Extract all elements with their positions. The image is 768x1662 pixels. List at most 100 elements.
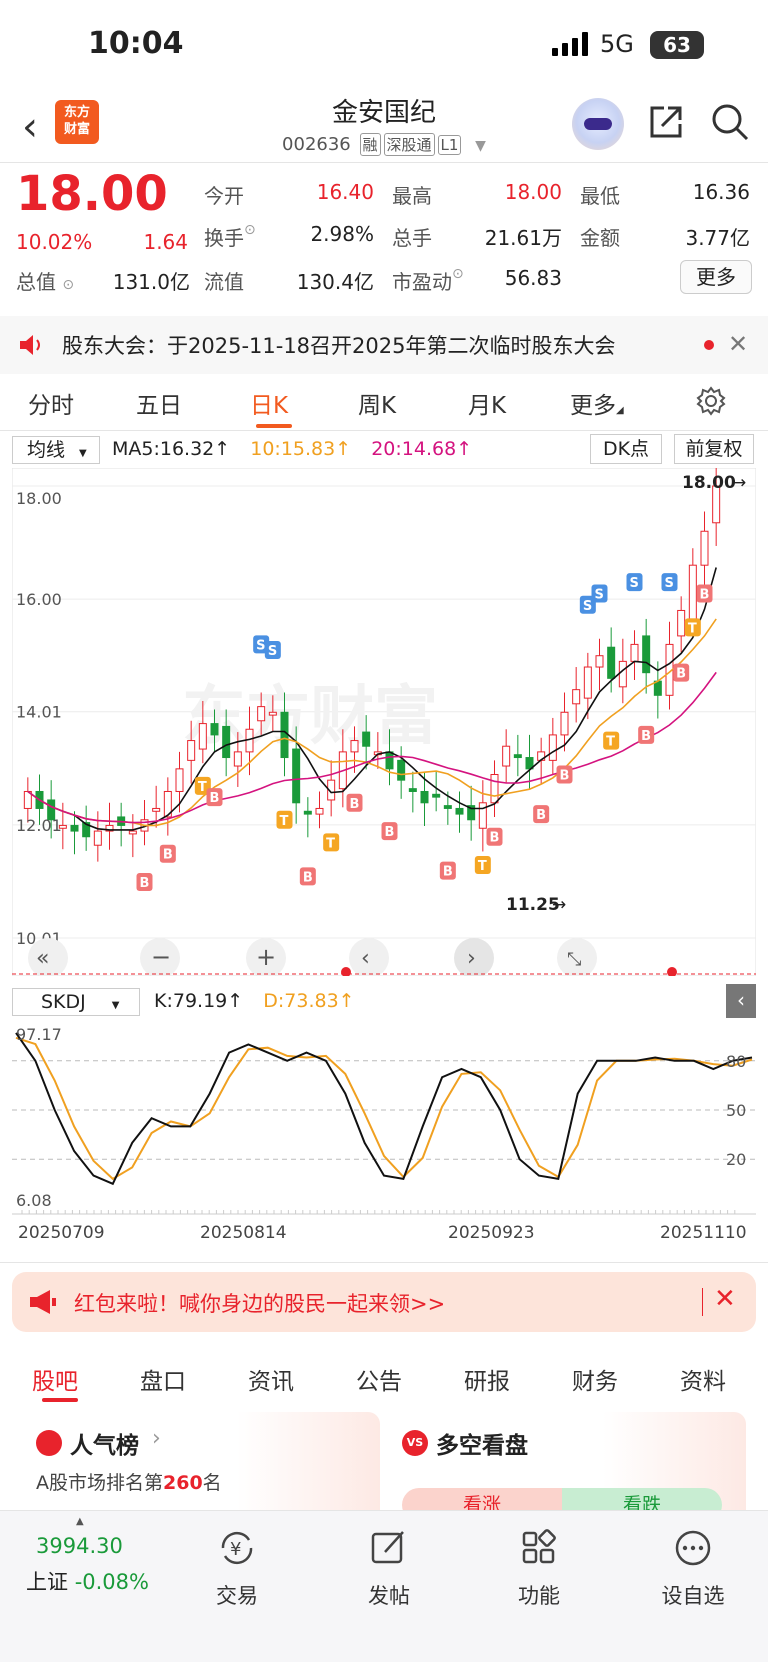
signal-letter: B	[700, 587, 710, 602]
dk-points-button[interactable]: DK点	[590, 434, 662, 464]
speaker-icon	[20, 335, 40, 355]
candle-body	[513, 754, 522, 759]
current-price: 18.00	[16, 166, 168, 222]
more-dots-icon	[675, 1530, 711, 1566]
more-button[interactable]: 更多	[680, 260, 752, 294]
active-tab-underline	[42, 1398, 78, 1402]
plus-icon: +	[256, 943, 276, 971]
candle-body	[595, 655, 604, 668]
candle-body	[222, 725, 231, 759]
float-value-label: 流值	[204, 270, 244, 294]
candle-body	[128, 830, 137, 835]
minus-icon: −	[151, 943, 171, 971]
nav-post[interactable]: 发帖	[344, 1528, 434, 1608]
candle-body	[688, 564, 697, 620]
tab-pankou[interactable]: 盘口	[140, 1362, 186, 1396]
signal-letter: T	[688, 621, 697, 636]
candle-body	[572, 689, 581, 705]
indicator-select[interactable]: 均线 ▼	[12, 436, 100, 464]
signal-letter: T	[606, 735, 615, 750]
candle-body	[420, 790, 429, 804]
high-price-label: 18.00	[682, 473, 736, 493]
pe-label[interactable]: 市盈动⊙	[392, 266, 464, 295]
tab-daily-k[interactable]: 日K	[250, 386, 288, 420]
signal-letter: B	[676, 667, 686, 682]
header-divider	[0, 162, 768, 163]
info-icon: ⊙	[452, 266, 464, 282]
notice-bar[interactable]: 股东大会：于2025-11-18召开2025年第二次临时股东大会 ✕	[0, 316, 768, 374]
turnover-label[interactable]: 换手⊙	[204, 222, 256, 251]
candle-body	[630, 643, 639, 662]
tab-announcements[interactable]: 公告	[356, 1362, 402, 1396]
nav-add-watchlist[interactable]: 设自选	[648, 1528, 738, 1608]
open-value: 16.40	[316, 180, 374, 204]
unread-dot	[704, 340, 714, 350]
info-icon: ⊙	[244, 222, 256, 238]
total-value-label-text: 总值	[16, 270, 56, 294]
tab-profile[interactable]: 资料	[680, 1362, 726, 1396]
chevron-left-icon: ‹	[361, 946, 370, 971]
volume-value: 21.61万	[484, 226, 562, 250]
kdj-select[interactable]: SKDJ ▼	[12, 988, 140, 1016]
candle-body	[350, 740, 359, 753]
tab-weekly-k[interactable]: 周K	[358, 386, 396, 420]
close-icon[interactable]: ✕	[728, 330, 748, 358]
candle-body	[502, 745, 511, 767]
search-icon[interactable]	[710, 102, 750, 142]
candle-body	[93, 830, 102, 846]
settings-gear-icon[interactable]	[696, 386, 726, 416]
high-label: 最高	[392, 184, 432, 208]
nav-add-watchlist-label: 设自选	[661, 1584, 725, 1608]
share-icon[interactable]	[648, 104, 686, 140]
nav-trade[interactable]: ¥ 交易	[192, 1528, 282, 1608]
index-summary[interactable]: 上证 -0.08%	[26, 1566, 149, 1596]
candle-body	[385, 751, 394, 770]
bull-bear-card[interactable]: VS 多空看盘 看涨 看跌	[388, 1412, 746, 1522]
megaphone-icon	[30, 1290, 56, 1314]
expand-icon: ⤡	[567, 949, 581, 970]
nav-functions[interactable]: 功能	[494, 1528, 584, 1608]
tab-five-day[interactable]: 五日	[136, 386, 182, 420]
up-arrow-icon: ↑	[227, 990, 244, 1012]
assistant-avatar[interactable]	[572, 98, 624, 150]
stock-code: 002636	[282, 134, 351, 155]
candle-body	[280, 711, 289, 759]
signal-letter: T	[326, 836, 335, 851]
tab-research[interactable]: 研报	[464, 1362, 510, 1396]
total-value-label[interactable]: 总值 ⊙	[16, 266, 74, 295]
adjust-button[interactable]: 前复权	[674, 434, 754, 464]
signal-letter: B	[385, 825, 395, 840]
info-icon: ⊙	[62, 277, 75, 293]
signal-letter: B	[560, 769, 570, 784]
up-arrow-icon: ↑	[456, 438, 473, 460]
tab-monthly-k[interactable]: 月K	[468, 386, 506, 420]
tab-more-label: 更多	[570, 393, 616, 419]
x-axis-date-label: 20250814	[200, 1223, 287, 1243]
popularity-card[interactable]: 人气榜 › A股市场排名第260名	[22, 1412, 380, 1522]
candlestick-chart[interactable]: 东方财富 BBTBSSTBTBBBTBBBSSTSBSBTBS 18.0016.…	[12, 468, 756, 976]
y-tick-label: 14.01	[16, 703, 62, 722]
signal-icon	[552, 32, 592, 56]
tab-finance[interactable]: 财务	[572, 1362, 618, 1396]
rank-suffix: 名	[202, 1472, 222, 1494]
close-icon[interactable]: ✕	[714, 1284, 736, 1314]
candle-body	[607, 646, 616, 679]
kdj-select-label: SKDJ	[41, 991, 86, 1013]
arrow-right-icon: →	[552, 895, 566, 915]
signal-letter: S	[630, 576, 639, 591]
tag-margin: 融	[359, 133, 381, 156]
tab-guba[interactable]: 股吧	[32, 1362, 78, 1396]
kdj-chart[interactable]: 80 50 20 97.17 6.08 20250709 20250814 20250923 2…	[12, 1020, 756, 1260]
k-value: K:79.19	[154, 990, 228, 1012]
collapse-chevron-icon[interactable]: ‹	[726, 984, 756, 1018]
tab-intraday[interactable]: 分时	[28, 386, 74, 420]
y-tick-label: 18.00	[16, 489, 62, 508]
signal-letter: B	[490, 831, 500, 846]
index-value[interactable]: 3994.30	[36, 1534, 123, 1558]
promo-banner[interactable]: 红包来啦！喊你身边的股民一起来领>> ✕	[12, 1272, 756, 1332]
tab-more[interactable]: 更多◢	[570, 386, 624, 420]
tab-news[interactable]: 资讯	[248, 1362, 294, 1396]
notice-text: 股东大会：于2025-11-18召开2025年第二次临时股东大会	[62, 334, 616, 358]
candle-body	[152, 807, 161, 812]
signal-letter: S	[268, 644, 277, 659]
